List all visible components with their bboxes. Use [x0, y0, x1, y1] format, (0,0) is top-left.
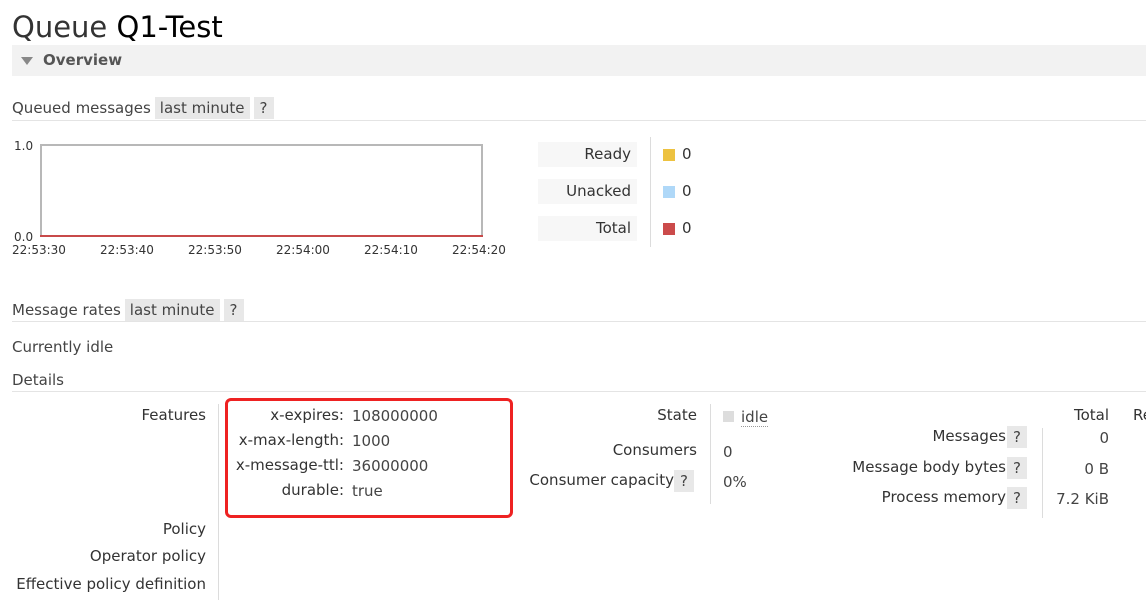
- features-label: Features: [141, 406, 207, 424]
- legend-divider: [650, 137, 651, 247]
- page-title-prefix: Queue: [12, 10, 108, 44]
- legend-label-total: Total: [538, 216, 637, 241]
- highlight-annotation-box: [225, 398, 513, 518]
- messages-value: 0: [1099, 429, 1109, 447]
- x-tick: 22:54:20: [452, 243, 506, 257]
- message-rates-heading: Message rates last minute?: [12, 299, 244, 321]
- divider: [12, 321, 1146, 322]
- legend-swatch-ready: [663, 149, 675, 161]
- next-column-header: Re: [1133, 406, 1146, 424]
- message-body-bytes-value: 0 B: [1084, 460, 1109, 478]
- message-rates-status: Currently idle: [12, 338, 114, 356]
- legend-value-total: 0: [682, 219, 692, 237]
- policy-label: Policy: [162, 520, 206, 538]
- queued-messages-help-button[interactable]: ?: [253, 97, 274, 119]
- x-tick: 22:53:30: [12, 243, 66, 257]
- message-body-bytes-help-button[interactable]: ?: [1007, 457, 1027, 479]
- total-column-header: Total: [1073, 406, 1109, 424]
- x-tick: 22:53:40: [100, 243, 154, 257]
- effective-policy-label: Effective policy definition: [16, 575, 206, 593]
- message-rates-title: Message rates: [12, 301, 121, 319]
- queued-messages-heading: Queued messages last minute?: [12, 97, 274, 119]
- messages-help-button[interactable]: ?: [1007, 426, 1027, 448]
- x-tick: 22:54:00: [276, 243, 330, 257]
- state-label: State: [657, 406, 697, 424]
- x-tick: 22:53:50: [188, 243, 242, 257]
- process-memory-value: 7.2 KiB: [1056, 490, 1109, 508]
- collapse-triangle-icon: [21, 57, 33, 65]
- legend-value-ready: 0: [682, 145, 692, 163]
- queued-messages-range-selector[interactable]: last minute: [154, 97, 250, 119]
- legend-label-ready: Ready: [538, 142, 637, 167]
- legend-swatch-unacked: [663, 186, 675, 198]
- consumer-capacity-label: Consumer capacity: [529, 471, 674, 489]
- queue-page: Queue Q1-Test Overview Queued messages la…: [0, 0, 1146, 600]
- chart-series-line-total: [40, 235, 483, 237]
- legend-label-unacked: Unacked: [538, 179, 637, 204]
- message-rates-range-selector[interactable]: last minute: [124, 299, 220, 321]
- message-rates-help-button[interactable]: ?: [223, 299, 244, 321]
- details-left-divider: [218, 404, 219, 600]
- details-mid-divider: [710, 404, 711, 504]
- state-value: idle: [741, 408, 769, 427]
- operator-policy-label: Operator policy: [89, 547, 206, 565]
- consumers-label: Consumers: [612, 441, 697, 459]
- overview-label: Overview: [43, 51, 123, 69]
- consumer-capacity-value: 0%: [723, 473, 747, 491]
- queue-name: Q1-Test: [116, 10, 223, 44]
- consumers-value: 0: [723, 443, 733, 461]
- y-tick-max: 1.0: [14, 139, 34, 153]
- process-memory-help-button[interactable]: ?: [1007, 487, 1027, 509]
- y-tick-min: 0.0: [14, 230, 34, 244]
- divider: [12, 391, 1146, 392]
- queued-messages-title: Queued messages: [12, 99, 151, 117]
- process-memory-label: Process memory: [881, 488, 1006, 506]
- consumer-capacity-help-button[interactable]: ?: [674, 470, 694, 492]
- messages-label: Messages: [932, 427, 1006, 445]
- state-indicator-icon: [723, 411, 734, 422]
- message-body-bytes-label: Message body bytes: [852, 458, 1006, 476]
- page-title: Queue Q1-Test: [12, 8, 223, 46]
- legend-value-unacked: 0: [682, 182, 692, 200]
- overview-section-toggle[interactable]: Overview: [12, 45, 1146, 76]
- state-value-text: idle: [741, 408, 769, 427]
- x-tick: 22:54:10: [364, 243, 418, 257]
- divider: [12, 120, 1146, 121]
- legend-swatch-total: [663, 223, 675, 235]
- details-heading: Details: [12, 371, 65, 389]
- queued-messages-chart: [40, 144, 483, 237]
